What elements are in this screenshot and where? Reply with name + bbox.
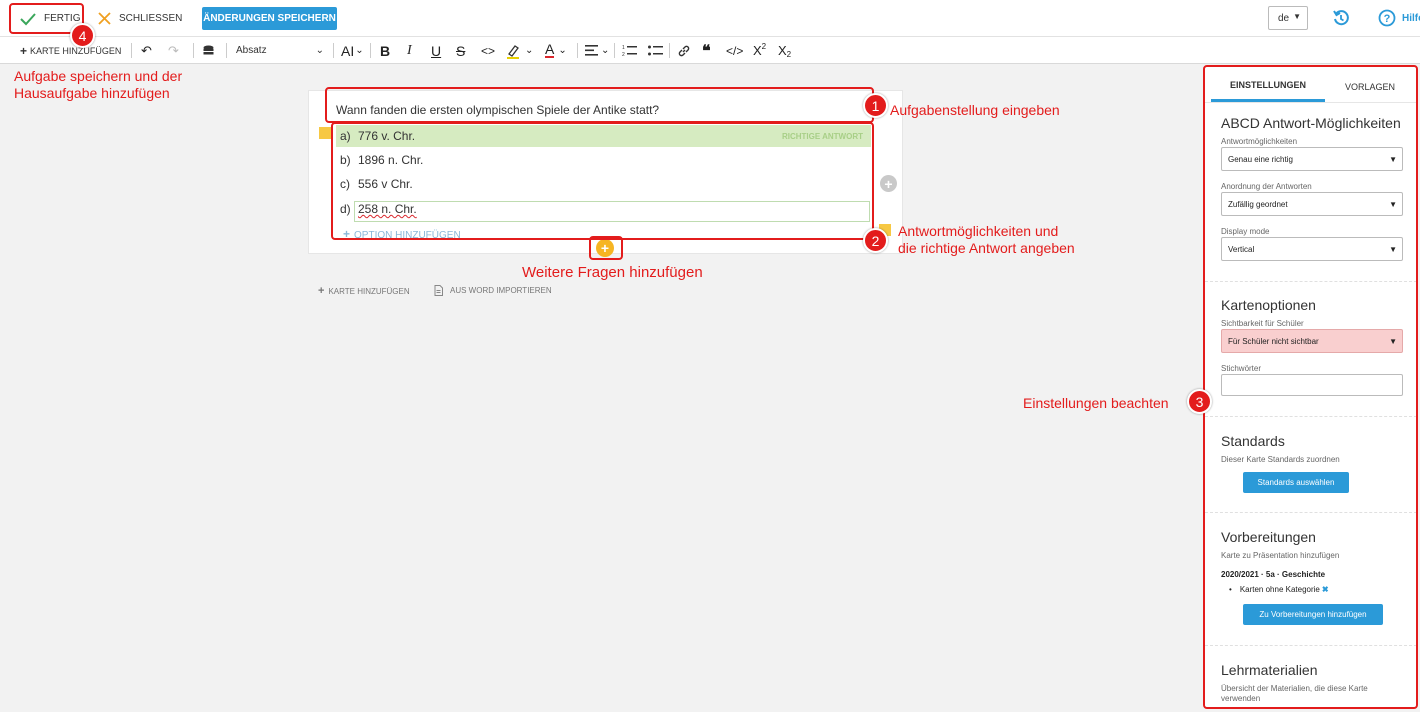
help-icon[interactable]: ? bbox=[1378, 9, 1396, 27]
redo-icon[interactable]: ↷ bbox=[168, 37, 179, 64]
annotation-text-add-question: Weitere Fragen hinzufügen bbox=[522, 264, 703, 281]
help-link[interactable]: Hilfe bbox=[1402, 13, 1420, 24]
annotation-badge-4: 4 bbox=[70, 23, 95, 48]
highlight-icon[interactable]: ⌄ bbox=[506, 37, 533, 64]
toolbar-divider bbox=[131, 43, 132, 58]
undo-icon[interactable]: ↶ bbox=[141, 37, 152, 64]
toolbar-divider bbox=[193, 43, 194, 58]
svg-text:2: 2 bbox=[622, 52, 625, 57]
database-icon[interactable] bbox=[203, 37, 214, 64]
toolbar-divider bbox=[370, 43, 371, 58]
import-word-label: AUS WORD IMPORTIEREN bbox=[450, 286, 552, 295]
add-card-label: KARTE HINZUFÜGEN bbox=[30, 45, 122, 56]
italic-icon[interactable]: I bbox=[407, 37, 412, 64]
toolbar-divider bbox=[614, 43, 615, 58]
annotation-text-1: Aufgabenstellung eingeben bbox=[890, 102, 1060, 118]
annotation-text-2-line1: Antwortmöglichkeiten und bbox=[898, 223, 1059, 239]
subscript-icon[interactable]: X2 bbox=[778, 37, 791, 64]
link-icon[interactable] bbox=[677, 37, 691, 64]
svg-text:1: 1 bbox=[622, 45, 625, 51]
annotation-box-3 bbox=[1203, 65, 1418, 709]
drag-handle[interactable] bbox=[319, 127, 331, 139]
bold-icon[interactable]: B bbox=[380, 37, 390, 64]
close-button[interactable]: SCHLIESSEN bbox=[98, 0, 182, 37]
paragraph-style-value: Absatz bbox=[236, 45, 267, 56]
annotation-badge-3: 3 bbox=[1187, 389, 1212, 414]
save-changes-button[interactable]: ÄNDERUNGEN SPEICHERN bbox=[202, 7, 337, 30]
annotation-badge-1: 1 bbox=[863, 93, 888, 118]
annotation-text-4-line1: Aufgabe speichern und der bbox=[14, 68, 183, 84]
import-word-button[interactable]: AUS WORD IMPORTIEREN bbox=[434, 285, 552, 296]
code-block-icon[interactable]: </> bbox=[726, 37, 743, 64]
toolbar-divider bbox=[333, 43, 334, 58]
close-label: SCHLIESSEN bbox=[119, 13, 183, 24]
language-select[interactable]: de ▼ bbox=[1268, 6, 1308, 30]
font-color-icon[interactable]: A ⌄ bbox=[545, 37, 567, 64]
annotation-text-2: Antwortmöglichkeiten und die richtige An… bbox=[898, 223, 1075, 257]
superscript-icon[interactable]: X2 bbox=[753, 37, 766, 64]
annotation-text-4-line2: Hausaufgabe hinzufügen bbox=[14, 85, 170, 101]
inline-code-icon[interactable]: <> bbox=[481, 37, 495, 64]
strikethrough-icon[interactable]: S bbox=[456, 37, 465, 64]
quote-icon[interactable]: ❝ bbox=[702, 37, 711, 64]
top-bar: FERTIG SCHLIESSEN ÄNDERUNGEN SPEICHERN d… bbox=[0, 0, 1420, 37]
history-icon[interactable] bbox=[1332, 9, 1350, 27]
align-icon[interactable]: ⌄ bbox=[585, 37, 609, 64]
plus-icon: + bbox=[20, 43, 28, 58]
ordered-list-icon[interactable]: 12 bbox=[622, 37, 637, 64]
add-answer-plus-icon[interactable]: + bbox=[880, 175, 897, 192]
toolbar-divider bbox=[226, 43, 227, 58]
svg-text:?: ? bbox=[1384, 13, 1391, 25]
annotation-badge-2: 2 bbox=[863, 228, 888, 253]
format-toolbar: + KARTE HINZUFÜGEN ↶ ↷ Absatz ⌄ AI ⌄ B I … bbox=[0, 37, 1420, 64]
underline-icon[interactable]: U bbox=[431, 37, 441, 64]
annotation-box-2 bbox=[331, 122, 874, 240]
toolbar-divider bbox=[669, 43, 670, 58]
plus-icon: + bbox=[318, 285, 325, 297]
paragraph-style-select[interactable]: Absatz ⌄ bbox=[236, 37, 326, 64]
annotation-text-2-line2: die richtige Antwort angeben bbox=[898, 240, 1075, 256]
annotation-box-add-question bbox=[589, 236, 623, 260]
close-icon bbox=[98, 12, 111, 25]
language-value: de bbox=[1278, 12, 1290, 24]
document-icon bbox=[434, 285, 443, 296]
annotation-text-4: Aufgabe speichern und der Hausaufgabe hi… bbox=[14, 68, 182, 102]
font-size-icon[interactable]: AI ⌄ bbox=[341, 37, 364, 64]
add-card-bottom-button[interactable]: + KARTE HINZUFÜGEN bbox=[318, 285, 410, 297]
annotation-box-1 bbox=[325, 87, 874, 123]
chevron-down-icon: ⌄ bbox=[315, 45, 324, 56]
chevron-down-icon: ▼ bbox=[1293, 12, 1301, 21]
add-card-bottom-label: KARTE HINZUFÜGEN bbox=[328, 286, 410, 296]
bullet-list-icon[interactable] bbox=[648, 37, 663, 64]
toolbar-divider bbox=[577, 43, 578, 58]
annotation-text-3: Einstellungen beachten bbox=[1023, 395, 1169, 411]
